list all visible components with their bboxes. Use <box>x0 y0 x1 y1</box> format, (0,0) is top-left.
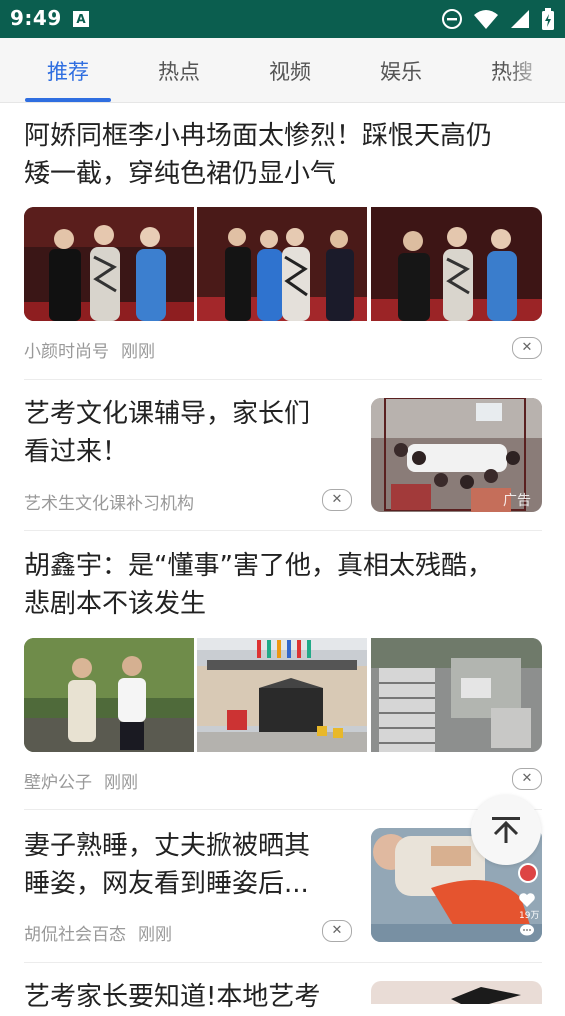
article-meta: 艺术生文化课补习机构 <box>24 489 194 514</box>
status-bar: 9:49 A <box>0 0 565 38</box>
article-thumbnail[interactable] <box>371 981 542 1004</box>
article-time: 刚刚 <box>138 925 172 945</box>
article-title-line[interactable]: 艺考家长要知道!本地艺考 <box>24 978 320 1016</box>
article-meta: 胡侃社会百态 刚刚 <box>24 920 172 945</box>
article-thumbnail[interactable] <box>24 638 194 752</box>
notification-a-icon: A <box>73 11 89 27</box>
author-avatar-icon[interactable] <box>517 862 539 884</box>
tabs-fade <box>505 38 565 102</box>
status-time: 9:49 <box>10 6 62 30</box>
article-title-line[interactable]: 悲剧本不该发生 <box>24 585 206 623</box>
article-thumbnail[interactable] <box>371 207 542 321</box>
status-icons <box>441 7 555 31</box>
channel-tabs: 推荐 热点 视频 娱乐 热搜 <box>0 38 565 103</box>
divider <box>24 962 542 963</box>
article-time: 刚刚 <box>104 773 138 793</box>
article-title-line[interactable]: 艺考文化课辅导，家长们 <box>24 395 310 433</box>
divider <box>24 530 542 531</box>
tab-hot[interactable]: 热点 <box>158 56 200 86</box>
dismiss-button[interactable]: ✕ <box>512 768 542 790</box>
dismiss-button[interactable]: ✕ <box>322 920 352 942</box>
article-thumbnail[interactable] <box>371 638 542 752</box>
dnd-icon <box>442 9 462 29</box>
dismiss-button[interactable]: ✕ <box>322 489 352 511</box>
back-to-top-icon <box>492 817 520 843</box>
comment-icon[interactable] <box>519 924 535 938</box>
article-time: 刚刚 <box>121 342 155 362</box>
tab-video[interactable]: 视频 <box>269 56 311 86</box>
article-thumbnail[interactable]: 广告 <box>371 398 542 512</box>
article-title-line[interactable]: 矮一截，穿纯色裙仍显小气 <box>24 155 336 193</box>
tab-recommend[interactable]: 推荐 <box>47 56 89 86</box>
article-source: 壁炉公子 <box>24 773 92 793</box>
battery-icon <box>542 8 554 30</box>
article-title-line[interactable]: 看过来！ <box>24 433 128 471</box>
article-meta: 壁炉公子 刚刚 <box>24 768 138 793</box>
article-meta: 小颜时尚号 刚刚 <box>24 337 155 362</box>
article-thumbnail[interactable] <box>197 638 367 752</box>
article-title-line[interactable]: 睡姿，网友看到睡姿后... <box>24 865 309 903</box>
like-icon[interactable] <box>518 892 536 908</box>
like-count: 19万 <box>519 911 540 921</box>
dismiss-button[interactable]: ✕ <box>512 337 542 359</box>
back-to-top-button[interactable] <box>471 795 541 865</box>
article-title-line[interactable]: 妻子熟睡，丈夫掀被晒其 <box>24 827 310 865</box>
wifi-icon <box>474 10 498 29</box>
article-thumbnail[interactable] <box>24 207 194 321</box>
active-tab-indicator <box>25 98 111 102</box>
divider <box>24 809 542 810</box>
article-source: 艺术生文化课补习机构 <box>24 494 194 514</box>
article-source: 胡侃社会百态 <box>24 925 126 945</box>
article-title-line[interactable]: 阿娇同框李小冉场面太惨烈！踩恨天高仍 <box>24 117 492 155</box>
article-title-line[interactable]: 胡鑫宇：是“懂事”害了他，真相太残酷， <box>24 547 493 585</box>
divider <box>24 379 542 380</box>
article-thumbnail[interactable] <box>197 207 367 321</box>
ad-label: 广告 <box>503 493 531 509</box>
signal-icon <box>511 10 529 28</box>
tab-entertainment[interactable]: 娱乐 <box>380 56 422 86</box>
article-source: 小颜时尚号 <box>24 342 109 362</box>
